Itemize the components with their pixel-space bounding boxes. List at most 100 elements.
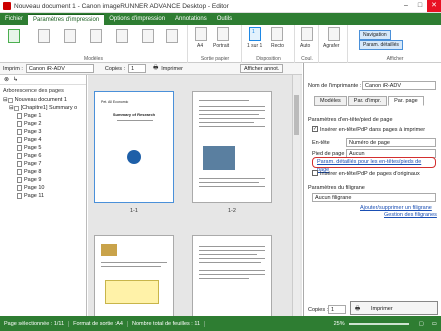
originaux-checkbox[interactable]	[312, 170, 318, 176]
tree-page[interactable]: Page 5	[3, 144, 86, 152]
orientation-icon[interactable]	[217, 27, 229, 41]
minimize-button[interactable]: –	[399, 0, 413, 12]
color-mode-icon[interactable]	[301, 27, 313, 41]
template-button-6[interactable]	[142, 29, 154, 43]
text-line	[199, 114, 259, 115]
afficher-annot-button[interactable]: Afficher annot.	[240, 64, 284, 73]
tree-chapter[interactable]: ⊟ [Chapitre1] Summary o	[3, 104, 86, 112]
template-button-7[interactable]	[166, 29, 178, 43]
paper-size-label: A4	[197, 43, 204, 49]
tree-page[interactable]: Page 4	[3, 136, 86, 144]
document-preview-area[interactable]: Pet. All Economic Summary of Research 1-…	[88, 75, 302, 316]
page-thumbnail-2[interactable]	[192, 91, 272, 203]
tree-page[interactable]: Page 11	[3, 192, 86, 200]
group-label-sortie: Sortie papier	[200, 56, 230, 62]
page-tree: ⊟ Nouveau document 1 ⊟ [Chapitre1] Summary…	[0, 96, 86, 200]
imprimer-main-button[interactable]: 🖶 Imprimer	[350, 301, 438, 315]
originaux-checkbox-label: Insérer en-tête/PdP de pages d'originaux	[320, 171, 420, 177]
ribbon-group-modeles: Modèles	[0, 25, 188, 63]
tab-fichier[interactable]: Fichier	[0, 14, 28, 25]
tab-par-page[interactable]: Par. page	[388, 96, 424, 106]
tree-page[interactable]: Page 8	[3, 168, 86, 176]
filigrane-select[interactable]: Aucun filigrane	[312, 193, 436, 202]
collapse-icon[interactable]: ⊗	[4, 76, 9, 83]
window-title: Nouveau document 1 - Canon imageRUNNER A…	[14, 2, 229, 10]
inserer-checkbox[interactable]: ✓	[312, 126, 318, 132]
tab-par-impr[interactable]: Par. d'impr.	[347, 96, 388, 106]
template-button-4[interactable]	[90, 29, 102, 43]
fit-width-icon[interactable]: ▭	[428, 321, 441, 327]
page-icon	[17, 161, 22, 167]
tab-modeles[interactable]: Modèles	[314, 96, 347, 106]
settings-tabs: Modèles Par. d'impr. Par. page	[314, 96, 424, 106]
tree-page[interactable]: Page 7	[3, 160, 86, 168]
close-button[interactable]: ✕	[427, 0, 441, 12]
tree-page-label: Page 6	[24, 153, 42, 159]
tree-page[interactable]: Page 3	[3, 128, 86, 136]
page-thumbnail-4[interactable]	[192, 235, 272, 316]
tree-page[interactable]: Page 6	[3, 152, 86, 160]
copies-input[interactable]: 1	[128, 64, 147, 73]
pages-per-sheet-icon[interactable]	[249, 27, 261, 41]
tab-annotations[interactable]: Annotations	[170, 14, 212, 25]
entete-select[interactable]: Numéro de page	[346, 138, 436, 147]
template-button-5[interactable]	[116, 29, 128, 43]
copies-label: Copies :	[104, 65, 126, 72]
text-line	[101, 266, 161, 267]
param-details-link-highlight[interactable]: Param. détaillés pour les en-têtes/pieds…	[312, 157, 436, 173]
orientation-label: Portrait	[213, 43, 230, 49]
template-button-2[interactable]	[38, 29, 50, 43]
tab-outils[interactable]: Outils	[212, 14, 237, 25]
ribbon-tab-bar: Fichier Paramètres d'impression Options …	[0, 13, 441, 25]
scrollbar-thumb[interactable]	[294, 95, 299, 135]
entete-label: En-tête	[312, 140, 330, 146]
template-button-3[interactable]	[64, 29, 76, 43]
text-line	[199, 274, 265, 275]
param-details-button[interactable]: Param. détaillés	[359, 40, 403, 50]
text-line	[199, 178, 265, 179]
page-tree-header: Arborescence des pages	[3, 88, 64, 94]
group-label-afficher: Afficher	[386, 56, 404, 62]
template-button-1[interactable]	[8, 29, 20, 43]
imprimer-button[interactable]: Imprimer	[161, 66, 183, 72]
tree-page-label: Page 4	[24, 137, 42, 143]
navigation-button[interactable]: Navigation	[359, 30, 391, 40]
title-bar: Nouveau document 1 - Canon imageRUNNER A…	[0, 0, 441, 13]
paper-size-icon[interactable]	[195, 27, 207, 41]
print-icon[interactable]: 🖶	[153, 64, 158, 73]
vertical-scrollbar[interactable]	[292, 75, 300, 316]
tree-page[interactable]: Page 9	[3, 176, 86, 184]
tab-options-impression[interactable]: Options d'impression	[104, 14, 170, 25]
text-line	[199, 182, 259, 183]
zoom-slider[interactable]	[348, 322, 409, 325]
printer-name-label: Nom de l'imprimante :	[308, 83, 362, 89]
text-line	[199, 122, 254, 123]
photo-image	[101, 244, 117, 256]
page-icon	[17, 177, 22, 183]
tree-page[interactable]: Page 1	[3, 112, 86, 120]
tree-page[interactable]: Page 10	[3, 184, 86, 192]
printer-name-select[interactable]: Canon iR-ADV	[362, 81, 436, 90]
tab-parametres-impression[interactable]: Paramètres d'impression	[28, 14, 105, 25]
tree-page-label: Page 11	[24, 193, 45, 199]
page-tree-pane: ⊗ ↳ Arborescence des pages ⊟ Nouveau docu…	[0, 75, 87, 316]
page-icon	[17, 137, 22, 143]
tree-page[interactable]: Page 2	[3, 120, 86, 128]
page-thumbnail-3[interactable]	[94, 235, 174, 316]
staple-icon[interactable]	[328, 27, 340, 41]
fit-page-icon[interactable]: ▢	[415, 321, 428, 327]
tree-root[interactable]: ⊟ Nouveau document 1	[3, 96, 86, 104]
duplex-icon[interactable]	[271, 27, 283, 41]
maximize-button[interactable]: □	[413, 0, 427, 12]
page-icon	[17, 193, 22, 199]
printer-select[interactable]: Canon iR-ADV	[25, 64, 94, 73]
tree-root-label: Nouveau document 1	[14, 97, 67, 103]
gestion-filigrane-link[interactable]: Gestion des filigranes	[384, 212, 437, 218]
status-bar: Page sélectionnée : 1/11 Format de sorti…	[0, 316, 441, 331]
page-thumbnail-1[interactable]: Pet. All Economic Summary of Research	[94, 91, 174, 203]
ajouter-filigrane-link[interactable]: Ajouter/supprimer un filigrane	[360, 205, 432, 211]
duplex-label: Recto	[271, 43, 285, 49]
expand-icon[interactable]: ↳	[13, 76, 18, 83]
imprim-label: Imprim :	[3, 65, 23, 72]
copies-input-right[interactable]: 1	[328, 305, 346, 314]
